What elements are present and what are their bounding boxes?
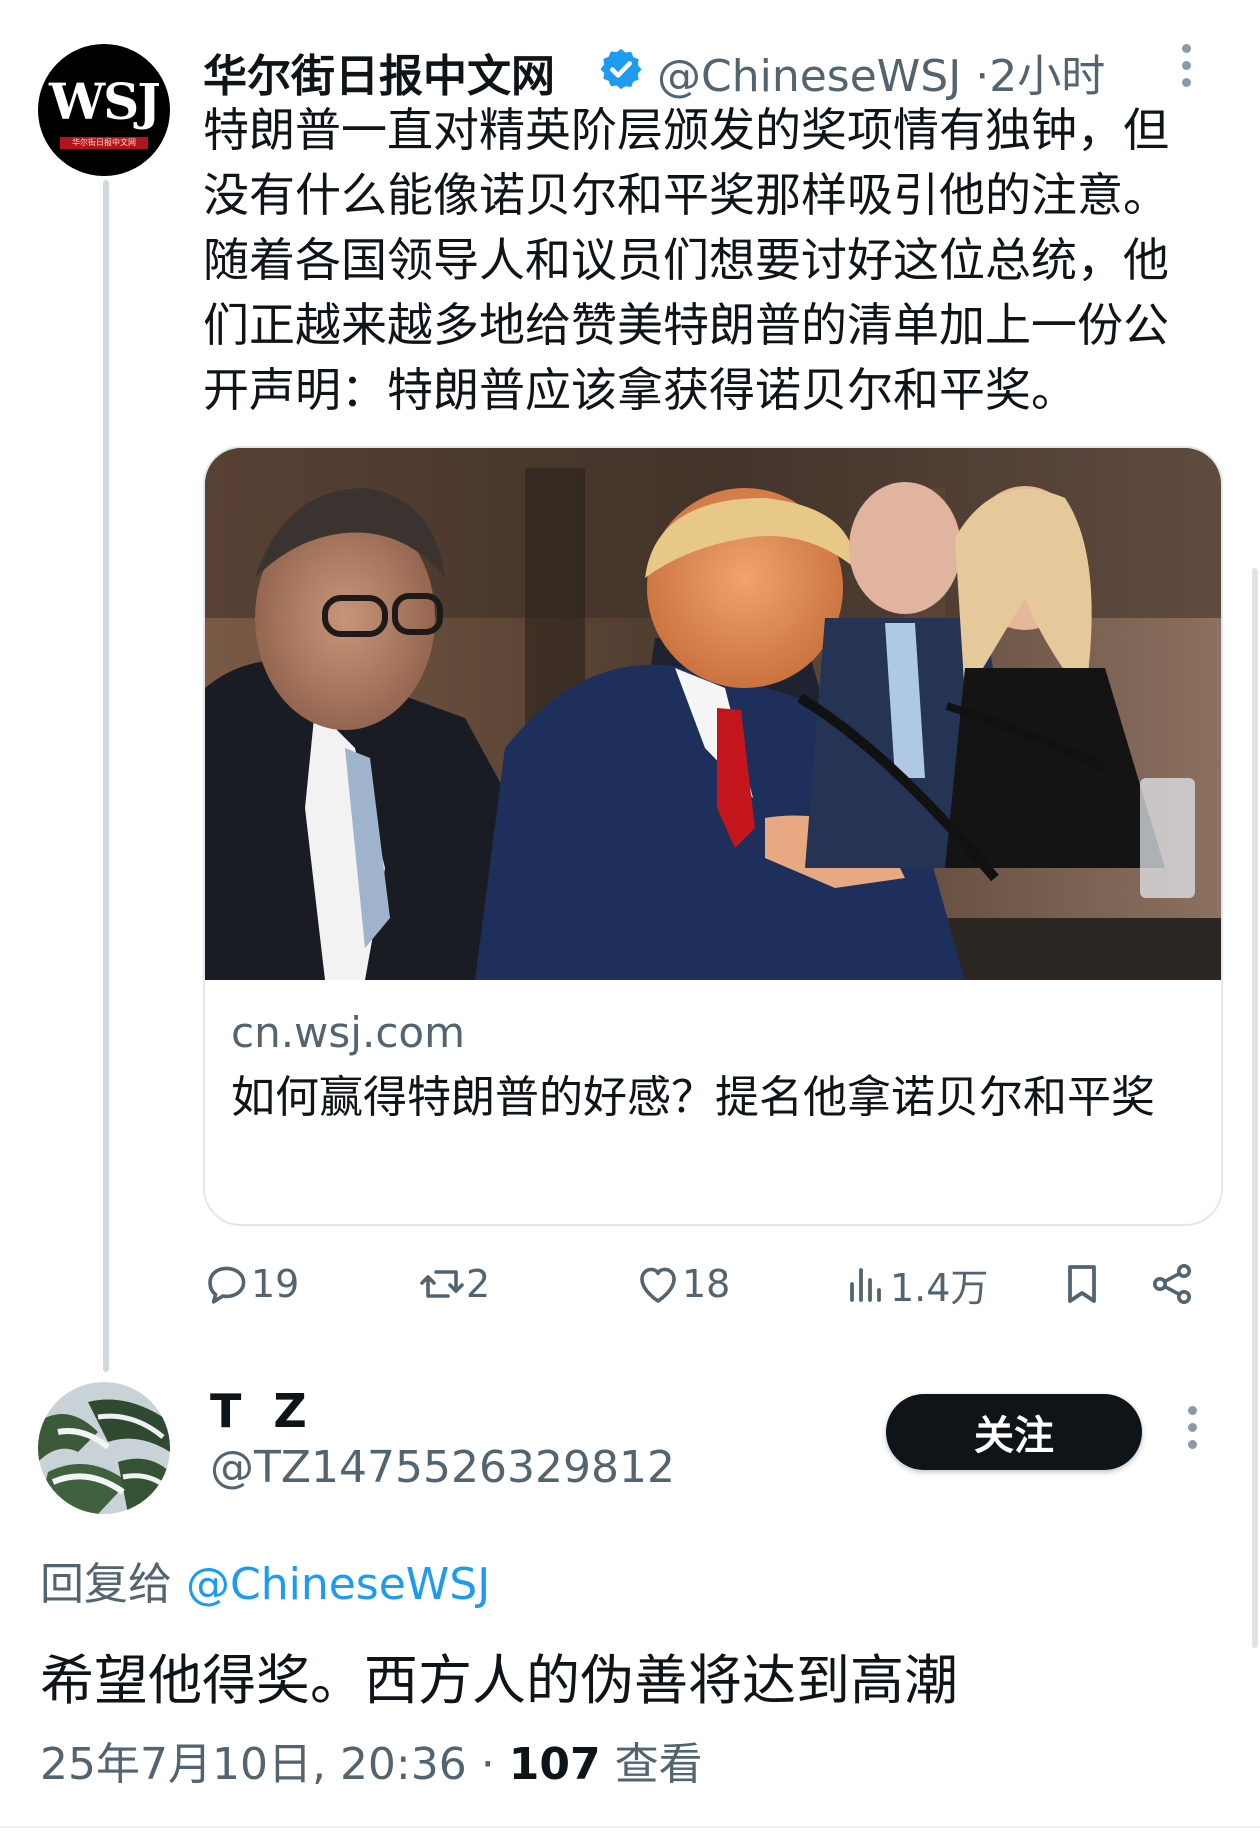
reply-action-button[interactable]: 19 xyxy=(203,1256,299,1312)
tweet-handle-time: @ChineseWSJ ·2小时 xyxy=(657,40,1105,104)
retweet-icon xyxy=(420,1270,464,1298)
wsj-logo-text: WSJ xyxy=(49,72,161,131)
meta-separator: · xyxy=(975,51,990,102)
analytics-bars-icon xyxy=(850,1268,881,1302)
reply-text: 希望他得奖。西方人的伪善将达到高潮 xyxy=(40,1649,958,1712)
heart-icon xyxy=(640,1267,676,1303)
reply-author-name[interactable]: T Z xyxy=(210,1384,315,1438)
tweet-more-options-icon[interactable] xyxy=(1179,44,1193,95)
card-title: 如何赢得特朗普的好感？提名他拿诺贝尔和平奖 xyxy=(231,1072,1155,1123)
views-action-button[interactable]: 1.4万 xyxy=(842,1256,988,1312)
retweet-action-button[interactable]: 2 xyxy=(418,1256,490,1312)
views-count: 1.4万 xyxy=(890,1265,989,1310)
tweet-time[interactable]: 2小时 xyxy=(989,51,1105,102)
reply-timestamp[interactable]: 25年7月10日, 20:36 xyxy=(40,1739,467,1790)
link-preview-card[interactable]: cn.wsj.com 如何赢得特朗普的好感？提名他拿诺贝尔和平奖 xyxy=(203,446,1223,1226)
article-photo xyxy=(205,448,1221,980)
reply-count: 19 xyxy=(251,1262,300,1306)
wsj-logo-subtext: 华尔街日报中文网 xyxy=(60,137,148,149)
reply-author-handle[interactable]: @TZ1475526329812 xyxy=(210,1442,675,1493)
share-icon xyxy=(1153,1264,1191,1304)
bookmark-icon xyxy=(1068,1265,1096,1303)
meta-separator: · xyxy=(480,1739,495,1790)
retweet-count: 2 xyxy=(466,1262,491,1306)
reply-to-label: 回复给 xyxy=(40,1559,172,1610)
tz-avatar[interactable] xyxy=(38,1382,170,1514)
reply-meta: 25年7月10日, 20:36 · 107 查看 xyxy=(40,1728,703,1792)
card-domain: cn.wsj.com xyxy=(231,1008,466,1057)
reply-bubble-icon xyxy=(208,1266,246,1304)
verified-badge-icon xyxy=(600,48,642,90)
share-button[interactable] xyxy=(1148,1256,1196,1312)
wsj-avatar[interactable]: WSJ 华尔街日报中文网 xyxy=(38,44,170,176)
like-count: 18 xyxy=(682,1262,731,1306)
tweet-author-name[interactable]: 华尔街日报中文网 xyxy=(203,40,555,104)
reply-to-mention[interactable]: @ChineseWSJ xyxy=(186,1559,490,1610)
thread-connector-line xyxy=(103,180,109,1372)
reply-more-options-icon[interactable] xyxy=(1185,1406,1199,1457)
follow-button[interactable]: 关注 xyxy=(886,1394,1142,1470)
reply-view-count: 107 xyxy=(508,1739,601,1790)
bookmark-button[interactable] xyxy=(1058,1256,1106,1312)
reply-to-line: 回复给 @ChineseWSJ xyxy=(40,1548,490,1612)
divider xyxy=(0,1826,1260,1828)
tweet-handle[interactable]: @ChineseWSJ xyxy=(657,51,961,102)
tweet-text: 特朗普一直对精英阶层颁发的奖项情有独钟，但 没有什么能像诺贝尔和平奖那样吸引他的… xyxy=(203,103,1169,417)
like-action-button[interactable]: 18 xyxy=(634,1256,730,1312)
scrollbar[interactable] xyxy=(1252,568,1258,1648)
reply-view-label: 查看 xyxy=(614,1739,703,1790)
